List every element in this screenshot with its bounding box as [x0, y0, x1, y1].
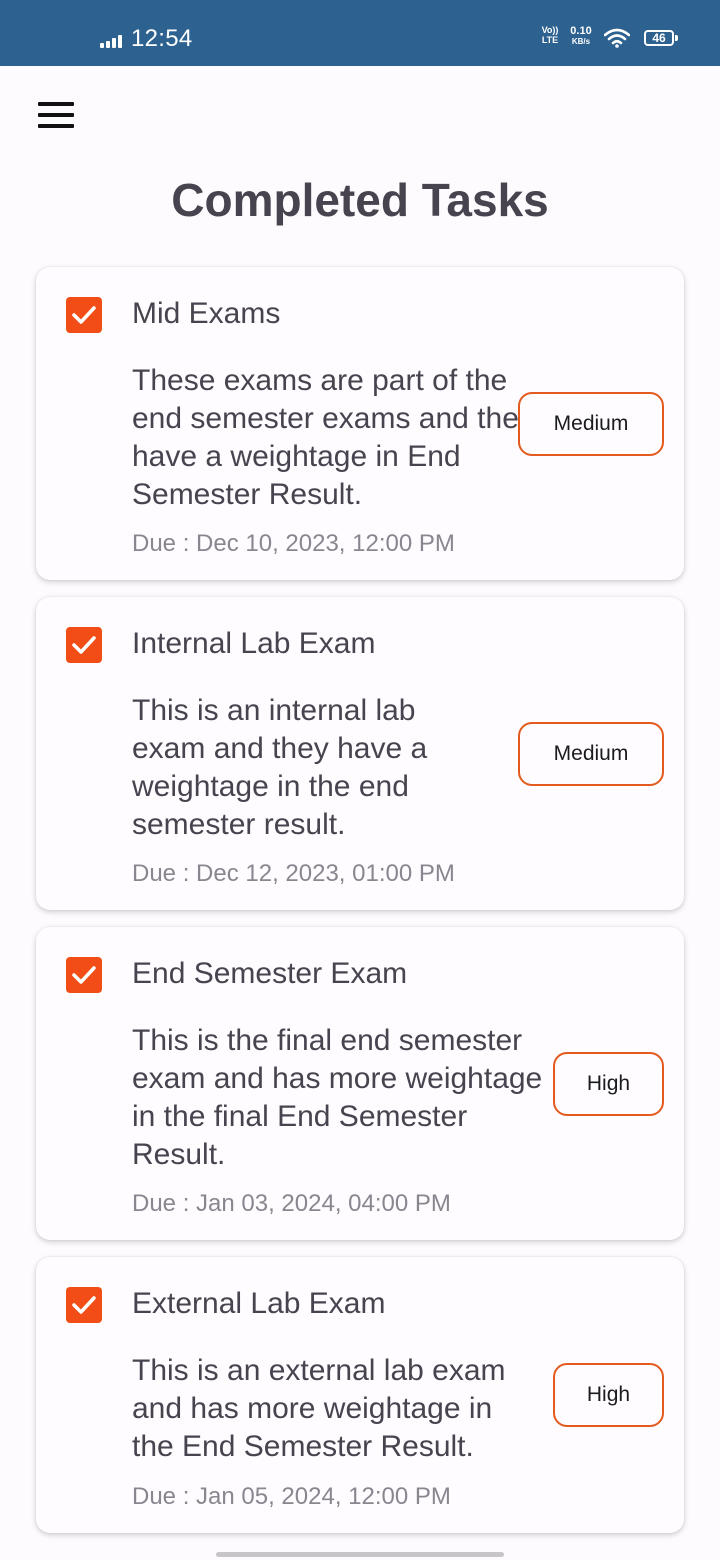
checkmark-icon: [72, 306, 96, 324]
task-card[interactable]: External Lab Exam This is an external la…: [36, 1257, 684, 1533]
home-indicator[interactable]: [216, 1552, 504, 1557]
task-checkbox[interactable]: [66, 957, 102, 993]
checkmark-icon: [72, 636, 96, 654]
network-speed-unit: KB/s: [571, 37, 591, 46]
battery-icon: 46: [644, 30, 678, 46]
task-title: End Semester Exam: [132, 957, 408, 990]
cellular-signal-icon: [100, 34, 126, 48]
priority-chip[interactable]: Medium: [518, 722, 664, 786]
task-title: External Lab Exam: [132, 1287, 386, 1320]
task-due-date: Due : Dec 12, 2023, 01:00 PM: [132, 860, 455, 887]
task-title: Mid Exams: [132, 297, 281, 330]
status-time: 12:54: [131, 25, 193, 52]
status-bar: 12:54 Vo)) LTE 0.10 KB/s 46: [0, 0, 720, 66]
checkmark-icon: [72, 966, 96, 984]
network-speed-value: 0.10: [570, 25, 592, 37]
task-card[interactable]: Mid Exams These exams are part of the en…: [36, 267, 684, 580]
task-card[interactable]: End Semester Exam This is the final end …: [36, 927, 684, 1240]
task-description: These exams are part of the end semester…: [132, 364, 534, 511]
volte-label: Vo)): [541, 25, 559, 35]
network-speed: 0.10 KB/s: [566, 25, 596, 47]
task-list: Mid Exams These exams are part of the en…: [36, 267, 684, 1550]
task-checkbox[interactable]: [66, 1287, 102, 1323]
task-due-date: Due : Jan 03, 2024, 04:00 PM: [132, 1190, 451, 1217]
task-description: This is the final end semester exam and …: [132, 1024, 543, 1171]
task-checkbox[interactable]: [66, 627, 102, 663]
hamburger-menu-icon[interactable]: [36, 100, 76, 130]
page-title: Completed Tasks: [171, 174, 549, 226]
lte-label: LTE: [541, 35, 559, 45]
priority-chip[interactable]: High: [553, 1363, 664, 1427]
task-description: This is an external lab exam and has mor…: [132, 1354, 506, 1463]
priority-chip[interactable]: High: [553, 1052, 664, 1116]
task-due-date: Due : Jan 05, 2024, 12:00 PM: [132, 1483, 451, 1510]
wifi-icon: [604, 28, 630, 48]
task-description: This is an internal lab exam and they ha…: [132, 694, 428, 841]
volte-icon: Vo)) LTE: [538, 25, 562, 45]
checkmark-icon: [72, 1296, 96, 1314]
task-title: Internal Lab Exam: [132, 627, 376, 660]
task-due-date: Due : Dec 10, 2023, 12:00 PM: [132, 530, 455, 557]
task-card[interactable]: Internal Lab Exam This is an internal la…: [36, 597, 684, 910]
priority-chip[interactable]: Medium: [518, 392, 664, 456]
task-checkbox[interactable]: [66, 297, 102, 333]
